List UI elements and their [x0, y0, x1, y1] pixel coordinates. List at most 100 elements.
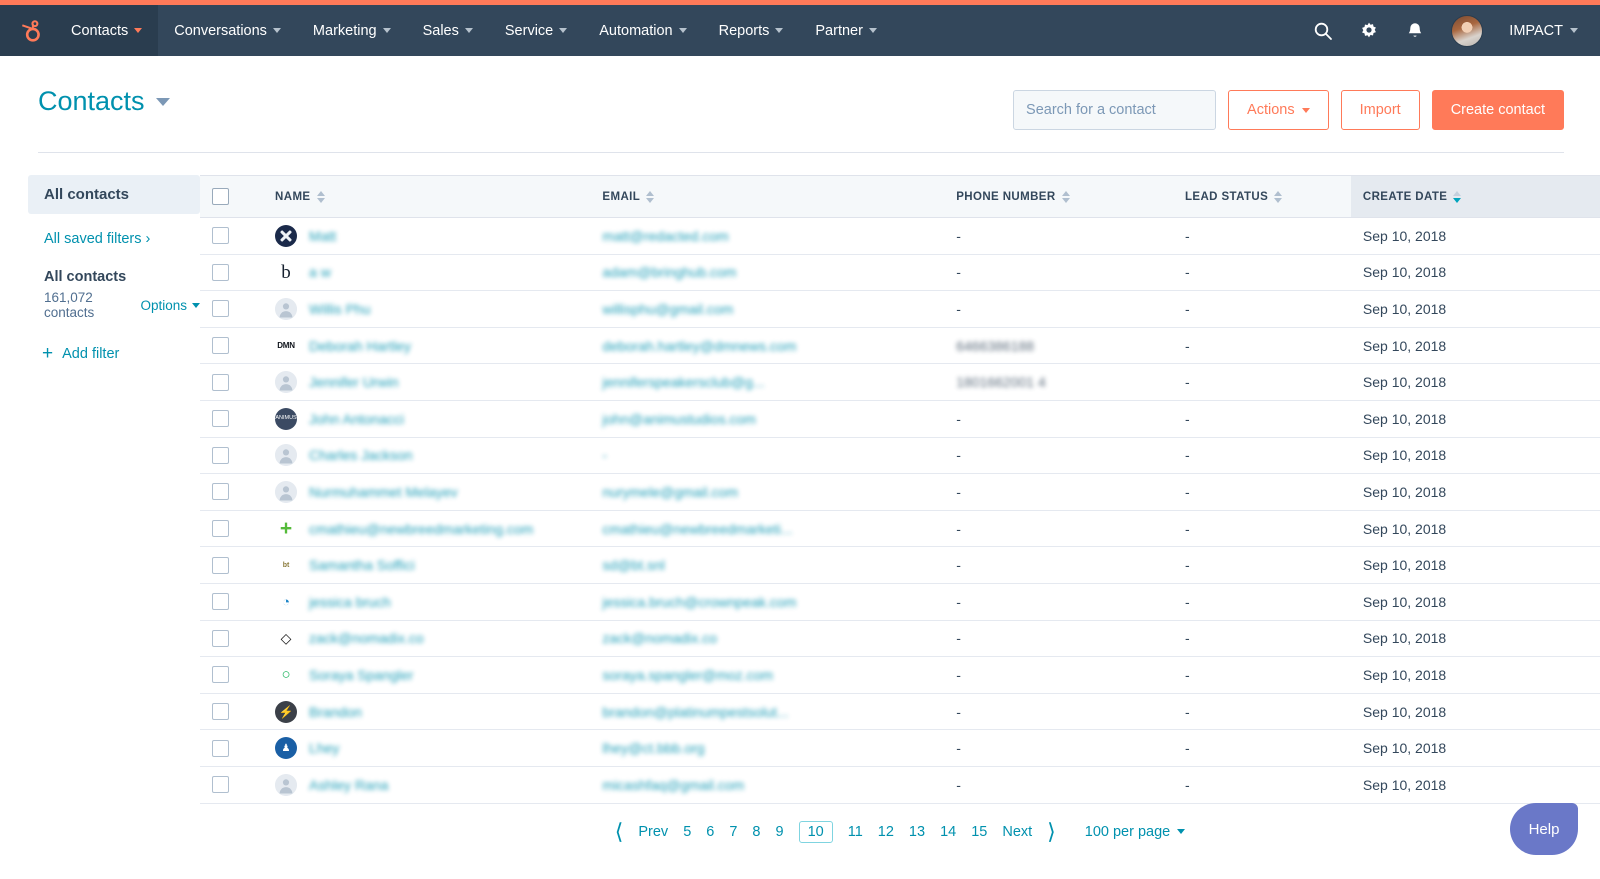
- avatar[interactable]: [1451, 14, 1484, 47]
- row-checkbox[interactable]: [212, 776, 229, 794]
- row-checkbox[interactable]: [212, 300, 229, 318]
- page-number[interactable]: 7: [729, 824, 737, 840]
- import-button[interactable]: Import: [1340, 90, 1420, 130]
- contact-name-link[interactable]: cmathieu@newbreedmarketing.com: [309, 521, 533, 537]
- table-row[interactable]: Nurmuhammet Melayev nurymele@gmail.com - - S…: [200, 473, 1600, 511]
- page-number[interactable]: 9: [776, 824, 784, 840]
- help-button[interactable]: Help: [1510, 803, 1578, 855]
- contact-email-link[interactable]: -: [602, 447, 607, 463]
- contact-name-link[interactable]: Deborah Hartley: [309, 338, 411, 354]
- row-checkbox[interactable]: [212, 703, 229, 721]
- table-row[interactable]: ANIMUS John Antonacci john@animustudios.co…: [200, 400, 1600, 438]
- per-page-selector[interactable]: 100 per page: [1085, 824, 1186, 840]
- row-checkbox[interactable]: [212, 263, 229, 281]
- column-header-phone-number[interactable]: PHONE NUMBER: [944, 175, 1173, 218]
- select-all-checkbox[interactable]: [212, 188, 229, 205]
- next-page-button[interactable]: Next: [1002, 824, 1032, 840]
- contact-name-link[interactable]: Matt: [309, 228, 336, 244]
- contact-email-link[interactable]: soraya.spangler@moz.com: [602, 667, 773, 683]
- page-number[interactable]: 8: [752, 824, 760, 840]
- sidebar-item-all-contacts[interactable]: All contacts: [28, 175, 200, 214]
- page-number[interactable]: 13: [909, 824, 925, 840]
- search-contact-box[interactable]: [1013, 90, 1217, 130]
- contact-name-link[interactable]: Lhey: [309, 740, 339, 756]
- page-number[interactable]: 15: [971, 824, 987, 840]
- table-row[interactable]: b a w adam@bringhub.com - - Sep 10, 2018: [200, 254, 1600, 292]
- contact-name-link[interactable]: a w: [309, 264, 331, 280]
- nav-item-conversations[interactable]: Conversations: [158, 5, 297, 56]
- contact-email-link[interactable]: deborah.hartley@dmnews.com: [602, 338, 796, 354]
- all-saved-filters-link[interactable]: All saved filters ›: [28, 231, 200, 247]
- column-header-lead-status[interactable]: LEAD STATUS: [1172, 175, 1351, 218]
- page-number-active[interactable]: 10: [798, 820, 833, 843]
- contact-email-link[interactable]: brandon@platinumpestsolut...: [602, 704, 788, 720]
- table-row[interactable]: Matt matt@redacted.com - - Sep 10, 2018: [200, 217, 1600, 255]
- row-checkbox[interactable]: [212, 483, 229, 501]
- contact-email-link[interactable]: adam@bringhub.com: [602, 264, 736, 280]
- row-checkbox[interactable]: [212, 410, 229, 428]
- table-row[interactable]: Willis Phu willisphu@gmail.com - - Sep 10, 2…: [200, 290, 1600, 328]
- search-input[interactable]: [1026, 102, 1214, 118]
- nav-item-automation[interactable]: Automation: [583, 5, 702, 56]
- page-title-dropdown[interactable]: Contacts: [38, 86, 170, 117]
- row-checkbox[interactable]: [212, 373, 229, 391]
- actions-button[interactable]: Actions: [1228, 90, 1329, 130]
- contact-email-link[interactable]: jessica.bruch@crownpeak.com: [602, 594, 796, 610]
- contact-name-link[interactable]: zack@nomadix.co: [309, 630, 424, 646]
- contact-email-link[interactable]: micashfaq@gmail.com: [602, 777, 744, 793]
- nav-item-marketing[interactable]: Marketing: [297, 5, 407, 56]
- table-row[interactable]: Ashley Rana micashfaq@gmail.com - - Sep 10, …: [200, 766, 1600, 804]
- table-row[interactable]: + cmathieu@newbreedmarketing.com cmathieu@…: [200, 510, 1600, 548]
- create-contact-button[interactable]: Create contact: [1431, 90, 1564, 130]
- page-number[interactable]: 6: [706, 824, 714, 840]
- contact-email-link[interactable]: cmathieu@newbreedmarketi...: [602, 521, 792, 537]
- prev-page-button[interactable]: Prev: [638, 824, 668, 840]
- table-row[interactable]: ◔ jessica bruch jessica.bruch@crownpeak.co…: [200, 583, 1600, 621]
- contact-name-link[interactable]: Ashley Rana: [309, 777, 388, 793]
- table-row[interactable]: ○ Soraya Spangler soraya.spangler@moz.com -…: [200, 656, 1600, 694]
- nav-item-sales[interactable]: Sales: [407, 5, 489, 56]
- contact-name-link[interactable]: jessica bruch: [309, 594, 391, 610]
- contact-name-link[interactable]: Samantha Soffici: [309, 557, 415, 573]
- bell-icon[interactable]: [1405, 21, 1425, 41]
- page-number[interactable]: 12: [878, 824, 894, 840]
- row-checkbox[interactable]: [212, 556, 229, 574]
- search-icon[interactable]: [1313, 21, 1333, 41]
- contact-name-link[interactable]: Jennifer Urwin: [309, 374, 398, 390]
- gear-icon[interactable]: [1359, 21, 1379, 41]
- table-row[interactable]: Jennifer Urwin jenniferspeakersclub@g... 1…: [200, 363, 1600, 401]
- table-row[interactable]: ⚡ Brandon brandon@platinumpestsolut... - - Se…: [200, 693, 1600, 731]
- row-checkbox[interactable]: [212, 593, 229, 611]
- filter-options-button[interactable]: Options: [140, 298, 200, 313]
- column-header-email[interactable]: EMAIL: [590, 175, 945, 218]
- contact-name-link[interactable]: Willis Phu: [309, 301, 370, 317]
- table-row[interactable]: ♟ Lhey lhey@ct.bbb.org - - Sep 10, 2018: [200, 729, 1600, 767]
- page-number[interactable]: 14: [940, 824, 956, 840]
- contact-name-link[interactable]: John Antonacci: [309, 411, 404, 427]
- nav-item-partner[interactable]: Partner: [799, 5, 893, 56]
- contact-name-link[interactable]: Soraya Spangler: [309, 667, 413, 683]
- row-checkbox[interactable]: [212, 739, 229, 757]
- contact-email-link[interactable]: john@animustudios.com: [602, 411, 756, 427]
- row-checkbox[interactable]: [212, 227, 229, 245]
- contact-email-link[interactable]: sd@bt.snl: [602, 557, 664, 573]
- table-row[interactable]: Charles Jackson - - - Sep 10, 2018: [200, 437, 1600, 475]
- row-checkbox[interactable]: [212, 520, 229, 538]
- row-checkbox[interactable]: [212, 337, 229, 355]
- contact-email-link[interactable]: jenniferspeakersclub@g...: [602, 374, 764, 390]
- contact-email-link[interactable]: matt@redacted.com: [602, 228, 728, 244]
- row-checkbox[interactable]: [212, 629, 229, 647]
- page-number[interactable]: 11: [848, 824, 863, 840]
- contact-name-link[interactable]: Charles Jackson: [309, 447, 413, 463]
- table-row[interactable]: bt Samantha Soffici sd@bt.snl - - Sep 10, 201…: [200, 546, 1600, 584]
- nav-item-service[interactable]: Service: [489, 5, 583, 56]
- contact-email-link[interactable]: willisphu@gmail.com: [602, 301, 733, 317]
- prev-arrow-icon[interactable]: ⟨: [615, 820, 624, 843]
- add-filter-button[interactable]: + Add filter: [28, 344, 200, 363]
- account-menu[interactable]: IMPACT: [1509, 23, 1578, 39]
- hubspot-logo[interactable]: [0, 5, 55, 56]
- contact-email-link[interactable]: lhey@ct.bbb.org: [602, 740, 704, 756]
- table-row[interactable]: ◇ zack@nomadix.co zack@nomadix.co - - Sep 10,…: [200, 620, 1600, 658]
- table-row[interactable]: DMN Deborah Hartley deborah.hartley@dmnews…: [200, 327, 1600, 365]
- nav-item-reports[interactable]: Reports: [703, 5, 800, 56]
